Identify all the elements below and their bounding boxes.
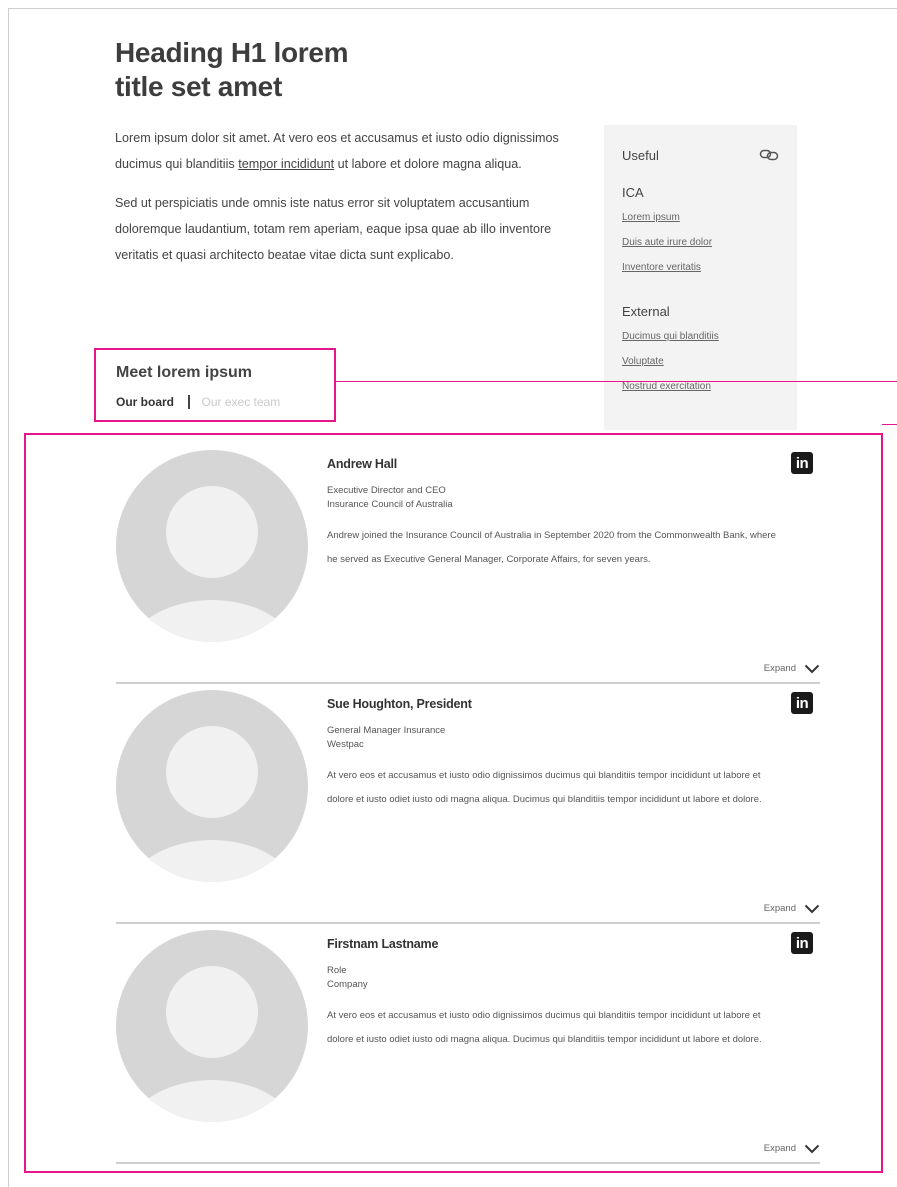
useful-section-external: External	[622, 304, 670, 319]
intro-text: Lorem ipsum dolor sit amet. At vero eos …	[115, 125, 580, 281]
expand-label: Expand	[763, 903, 796, 914]
avatar-head	[166, 486, 258, 578]
intro-paragraph-1: Lorem ipsum dolor sit amet. At vero eos …	[115, 125, 580, 177]
tab-divider	[188, 395, 190, 409]
expand-button[interactable]: Expand	[764, 1143, 820, 1154]
avatar-head	[166, 966, 258, 1058]
page-title-line-2: title set amet	[115, 71, 282, 102]
person-info: Firstnam Lastname Role Company At vero e…	[327, 937, 777, 1052]
useful-link-voluptate[interactable]: Voluptate	[622, 356, 779, 368]
linkedin-icon[interactable]: in	[791, 452, 813, 474]
expand-button[interactable]: Expand	[764, 903, 820, 914]
person-name: Andrew Hall	[327, 457, 398, 471]
person-bio: Andrew joined the Insurance Council of A…	[327, 530, 776, 565]
person-name: Sue Houghton, President	[327, 697, 472, 711]
person-bio: At vero eos et accusamus et iusto odio d…	[327, 770, 762, 805]
useful-link-ducimus[interactable]: Ducimus qui blanditiis	[622, 331, 779, 343]
person-card: Sue Houghton, President General Manager …	[116, 687, 820, 924]
person-card: Andrew Hall Executive Director and CEO I…	[116, 447, 820, 684]
linkedin-icon[interactable]: in	[791, 932, 813, 954]
avatar	[116, 450, 308, 642]
linkedin-icon[interactable]: in	[791, 692, 813, 714]
chevron-down-icon	[804, 664, 820, 673]
intro-paragraph-2: Sed ut perspiciatis unde omnis iste natu…	[115, 196, 552, 262]
person-bio: At vero eos et accusamus et iusto odio d…	[327, 1010, 762, 1045]
link-icon	[759, 149, 779, 161]
useful-link-lorem-ipsum[interactable]: Lorem ipsum	[622, 212, 779, 224]
page-title-line-1: Heading H1 lorem	[115, 37, 349, 68]
person-company: Westpac	[327, 739, 364, 750]
intro-p1-end: ut labore et dolore magna aliqua.	[334, 157, 522, 171]
useful-link-inventore[interactable]: Inventore veritatis	[622, 262, 779, 274]
person-role: Role	[327, 965, 347, 976]
people-cards-annotation: Andrew Hall Executive Director and CEO I…	[24, 433, 883, 1173]
person-info: Andrew Hall Executive Director and CEO I…	[327, 457, 777, 572]
useful-link-nostrud[interactable]: Nostrud exercitation	[622, 381, 779, 393]
person-info: Sue Houghton, President General Manager …	[327, 697, 777, 812]
useful-section-ica: ICA	[622, 185, 644, 200]
chevron-down-icon	[804, 1144, 820, 1153]
avatar-shoulders	[124, 1080, 300, 1122]
person-name: Firstnam Lastname	[327, 937, 439, 951]
intro-inline-link[interactable]: tempor incididunt	[238, 157, 334, 171]
expand-label: Expand	[763, 1143, 796, 1154]
avatar-shoulders	[124, 840, 300, 882]
useful-link-duis-aute[interactable]: Duis aute irure dolor	[622, 237, 779, 249]
avatar-head	[166, 726, 258, 818]
team-tabs: Our board Our exec team	[116, 395, 334, 409]
useful-title: Useful	[622, 147, 659, 163]
expand-button[interactable]: Expand	[764, 663, 820, 674]
avatar	[116, 690, 308, 882]
person-company: Insurance Council of Australia	[327, 499, 453, 510]
page-title: Heading H1 lorem title set amet	[115, 36, 475, 104]
avatar-shoulders	[124, 600, 300, 642]
meet-section-annotation: Meet lorem ipsum Our board Our exec team	[94, 348, 336, 422]
expand-label: Expand	[763, 663, 796, 674]
annotation-connector-line	[336, 381, 897, 382]
annotation-connector-line	[882, 424, 897, 425]
chevron-down-icon	[804, 904, 820, 913]
avatar	[116, 930, 308, 1122]
useful-links-panel: Useful ICA Lorem ipsum Duis aute irure d…	[604, 125, 797, 430]
person-company: Company	[327, 979, 368, 990]
tab-our-exec-team[interactable]: Our exec team	[202, 395, 281, 409]
person-role: General Manager Insurance	[327, 725, 446, 736]
person-card: Firstnam Lastname Role Company At vero e…	[116, 927, 820, 1164]
meet-section-title: Meet lorem ipsum	[116, 364, 253, 381]
tab-our-board[interactable]: Our board	[116, 395, 174, 409]
person-role: Executive Director and CEO	[327, 485, 446, 496]
useful-header: Useful	[622, 145, 779, 165]
